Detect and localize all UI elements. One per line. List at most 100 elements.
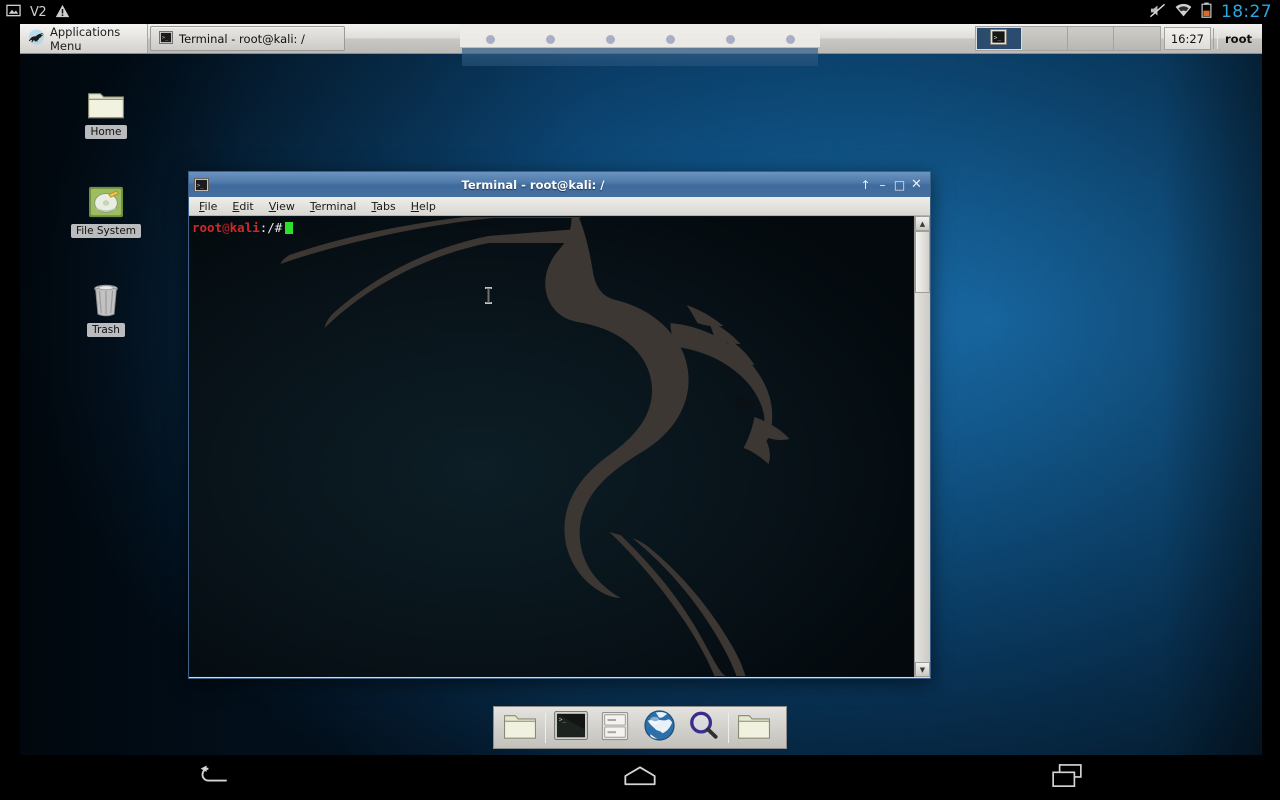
menu-file-label: ile xyxy=(204,199,218,213)
back-icon xyxy=(196,764,230,791)
terminal-icon: >_ xyxy=(159,30,173,47)
android-nav-bar xyxy=(0,755,1280,800)
svg-text:>_: >_ xyxy=(197,182,204,188)
dock-folder[interactable] xyxy=(733,710,775,746)
archive-manager-icon xyxy=(600,711,630,745)
desktop-icon-filesystem[interactable]: File System xyxy=(64,177,148,238)
panel-username[interactable]: root xyxy=(1219,24,1262,53)
dock-separator xyxy=(545,712,546,743)
window-task-list: >_ Terminal - root@kali: / xyxy=(148,24,973,53)
prompt-user: root xyxy=(192,220,223,235)
menu-tabs[interactable]: Tabs xyxy=(365,199,401,214)
screen-root: V2 18:27 Applications Menu >_ Terminal -… xyxy=(0,0,1280,800)
prompt-path: :/# xyxy=(259,220,283,235)
close-button[interactable]: ✕ xyxy=(908,176,925,193)
panel-right-area: >_ 16:27 root xyxy=(973,24,1262,53)
svg-text:>_: >_ xyxy=(994,34,1002,41)
desktop-icon-label: File System xyxy=(70,224,142,238)
desktop-icon-trash[interactable]: Trash xyxy=(64,276,148,337)
warning-icon xyxy=(55,3,70,22)
back-button[interactable] xyxy=(153,755,273,800)
workspace-4[interactable] xyxy=(1113,27,1160,50)
scrollbar-track[interactable] xyxy=(915,231,930,662)
android-status-bar: V2 18:27 xyxy=(0,0,1280,24)
scrollbar-thumb[interactable] xyxy=(915,231,930,293)
bottom-dock-panel: >_ xyxy=(493,706,787,749)
harddisk-icon xyxy=(64,177,148,219)
svg-text:>_: >_ xyxy=(162,34,169,40)
panel-clock[interactable]: 16:27 xyxy=(1163,27,1212,50)
text-cursor-pointer xyxy=(484,287,493,304)
prompt-host: kali xyxy=(229,220,260,235)
terminal-icon: >_ xyxy=(990,28,1008,49)
workspace-3[interactable] xyxy=(1067,27,1114,50)
applications-menu-label: Applications Menu xyxy=(50,24,121,53)
applications-menu-button[interactable]: Applications Menu xyxy=(20,24,148,53)
terminal-icon: >_ xyxy=(554,711,588,744)
task-button-label: Terminal - root@kali: / xyxy=(179,31,305,46)
shade-button[interactable]: ↑ xyxy=(857,176,874,193)
desktop-icon-home[interactable]: Home xyxy=(64,78,148,139)
android-clock: 18:27 xyxy=(1221,2,1272,22)
desktop-icon-label: Home xyxy=(85,125,127,139)
recents-button[interactable] xyxy=(1007,755,1127,800)
kali-dragon-wallpaper xyxy=(280,217,790,676)
file-manager-icon xyxy=(503,711,537,744)
menu-view-label: iew xyxy=(276,199,295,213)
terminal-screen[interactable]: root@kali:/# xyxy=(189,216,914,677)
menu-view[interactable]: View xyxy=(263,199,301,214)
status-left-icons: V2 xyxy=(6,0,70,24)
terminal-window[interactable]: >_ Terminal - root@kali: / ↑ – □ ✕ File … xyxy=(188,171,931,679)
task-button-terminal[interactable]: >_ Terminal - root@kali: / xyxy=(150,26,345,51)
maximize-button[interactable]: □ xyxy=(891,176,908,193)
terminal-body: root@kali:/# ▲ ▼ xyxy=(189,216,930,677)
workspace-switcher[interactable]: >_ xyxy=(974,26,1161,51)
status-right-icons: 18:27 xyxy=(1149,0,1272,24)
menu-tabs-label: abs xyxy=(376,199,396,213)
terminal-cursor xyxy=(285,222,294,234)
menu-edit[interactable]: Edit xyxy=(226,199,259,214)
web-browser-icon xyxy=(643,710,675,745)
workspace-1[interactable]: >_ xyxy=(975,27,1022,50)
search-icon xyxy=(688,710,719,745)
xfce-top-panel: Applications Menu >_ Terminal - root@kal… xyxy=(20,24,1262,54)
menu-terminal-label: erminal xyxy=(314,199,357,213)
xfce-mouse-icon xyxy=(28,29,45,48)
dock-file-manager[interactable] xyxy=(499,710,541,746)
terminal-scrollbar[interactable]: ▲ ▼ xyxy=(914,216,930,677)
home-button[interactable] xyxy=(580,755,700,800)
mute-icon xyxy=(1149,3,1166,22)
menu-terminal[interactable]: Terminal xyxy=(304,199,363,214)
terminal-output: root@kali:/# xyxy=(190,217,913,235)
home-icon xyxy=(623,765,657,791)
folder-icon xyxy=(737,711,771,744)
terminal-menubar: File Edit View Terminal Tabs Help xyxy=(189,197,930,216)
scroll-up-arrow[interactable]: ▲ xyxy=(915,216,930,231)
battery-icon xyxy=(1201,2,1212,22)
terminal-window-title: Terminal - root@kali: / xyxy=(461,177,605,192)
trash-icon xyxy=(64,276,148,318)
svg-text:>_: >_ xyxy=(559,716,567,723)
vpn-icon: V2 xyxy=(30,4,47,20)
screenshot-icon xyxy=(6,3,21,22)
terminal-titlebar[interactable]: >_ Terminal - root@kali: / ↑ – □ ✕ xyxy=(189,172,930,197)
recents-icon xyxy=(1051,763,1082,792)
menu-edit-label: dit xyxy=(239,199,254,213)
wifi-icon xyxy=(1175,3,1192,22)
scroll-down-arrow[interactable]: ▼ xyxy=(915,662,930,677)
dock-archive-manager[interactable] xyxy=(594,710,636,746)
menu-help-label: elp xyxy=(419,199,436,213)
folder-icon xyxy=(64,78,148,120)
prompt-at: @ xyxy=(222,220,230,235)
dock-separator xyxy=(728,712,729,743)
dock-terminal[interactable]: >_ xyxy=(550,710,592,746)
workspace-2[interactable] xyxy=(1021,27,1068,50)
dock-search[interactable] xyxy=(682,710,724,746)
desktop-icon-label: Trash xyxy=(87,323,125,337)
menu-file[interactable]: File xyxy=(193,199,223,214)
panel-separator xyxy=(1213,28,1219,49)
minimize-button[interactable]: – xyxy=(874,176,891,193)
menu-help[interactable]: Help xyxy=(405,199,442,214)
terminal-icon: >_ xyxy=(194,177,209,192)
dock-web-browser[interactable] xyxy=(638,710,680,746)
